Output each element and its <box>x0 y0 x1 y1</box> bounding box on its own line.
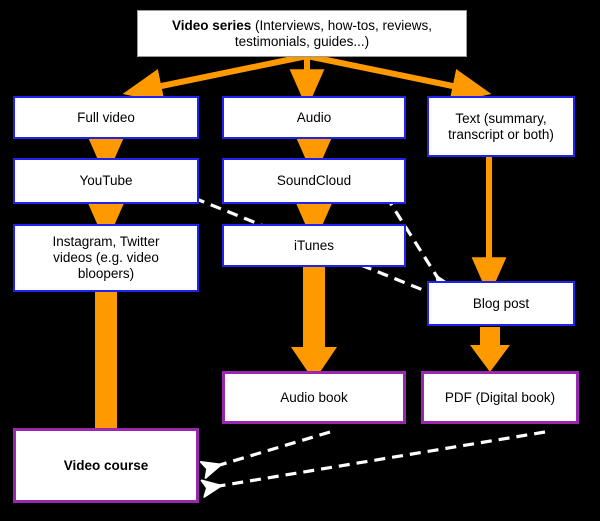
node-soundcloud[interactable]: SoundCloud <box>222 158 406 204</box>
node-instagram-twitter[interactable]: Instagram, Twitter videos (e.g. video bl… <box>13 224 199 292</box>
node-text-summary-label-line2: transcript or both) <box>448 126 554 142</box>
edge-pdf-to-video-course-dashed <box>200 430 546 498</box>
node-full-video[interactable]: Full video <box>13 96 199 139</box>
node-blog-post[interactable]: Blog post <box>427 281 575 326</box>
node-soundcloud-label: SoundCloud <box>276 173 352 189</box>
node-instagram-label-line2: videos (e.g. video <box>53 250 159 266</box>
node-full-video-label: Full video <box>77 109 135 125</box>
edge-video-series-to-text <box>306 53 492 104</box>
node-video-course-label: Video course <box>63 457 149 473</box>
node-video-series-strong: Video series <box>171 17 252 33</box>
node-instagram-label-line1: Instagram, Twitter <box>52 234 160 250</box>
node-audio-label: Audio <box>296 109 332 125</box>
diagram-canvas: Video series (Interviews, how-tos, revie… <box>0 0 600 521</box>
node-instagram-label-line3: bloopers) <box>77 265 135 281</box>
node-text-summary-label-line1: Text (summary, <box>455 110 547 126</box>
node-video-series-label: Video series (Interviews, how-tos, revie… <box>138 18 466 50</box>
node-pdf-digital-book[interactable]: PDF (Digital book) <box>421 371 579 424</box>
node-video-series-rest: (Interviews, how-tos, reviews, testimoni… <box>234 17 433 49</box>
node-itunes[interactable]: iTunes <box>222 224 406 267</box>
node-text-summary[interactable]: Text (summary, transcript or both) <box>427 96 575 157</box>
node-pdf-digital-book-label: PDF (Digital book) <box>444 389 556 405</box>
node-video-series[interactable]: Video series (Interviews, how-tos, revie… <box>137 10 467 57</box>
edge-video-series-to-full-video <box>122 53 308 104</box>
edge-itunes-to-audio-book <box>291 267 337 381</box>
edge-blog-post-to-pdf <box>470 327 510 372</box>
node-blog-post-label: Blog post <box>472 295 530 311</box>
node-audio[interactable]: Audio <box>222 96 406 139</box>
node-youtube-label: YouTube <box>79 173 133 189</box>
node-video-course[interactable]: Video course <box>13 428 199 503</box>
node-audio-book-label: Audio book <box>280 389 348 405</box>
node-audio-book[interactable]: Audio book <box>222 371 406 424</box>
edge-audio-book-to-video-course-dashed <box>199 430 331 479</box>
node-youtube[interactable]: YouTube <box>13 158 199 204</box>
node-itunes-label: iTunes <box>293 237 335 253</box>
